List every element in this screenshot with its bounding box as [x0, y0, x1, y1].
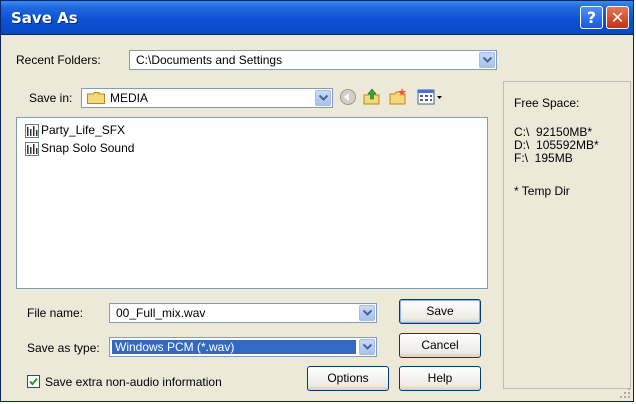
cancel-button[interactable]: Cancel — [399, 333, 481, 358]
title-bar[interactable]: Save As ? ✕ — [1, 1, 633, 35]
close-button[interactable]: ✕ — [606, 6, 629, 29]
free-space-panel: Free Space: C:\ 92150MB* D:\ 105592MB* F… — [503, 81, 631, 389]
chevron-down-icon — [483, 57, 492, 63]
save-as-dialog: Save As ? ✕ Recent Folders: C:\Documents… — [0, 0, 634, 402]
save-in-dropdown-button[interactable] — [315, 90, 331, 106]
drive-row-f: F:\ 195MB — [514, 151, 573, 165]
dialog-title: Save As — [11, 9, 78, 27]
folder-icon — [87, 92, 105, 104]
title-separator — [1, 34, 633, 35]
chevron-down-icon — [363, 344, 372, 350]
temp-dir-note: * Temp Dir — [514, 184, 570, 198]
audio-file-icon — [25, 142, 39, 156]
save-in-value: MEDIA — [110, 91, 149, 105]
new-folder-icon[interactable] — [389, 88, 407, 106]
options-button[interactable]: Options — [307, 366, 389, 391]
save-in-label: Save in: — [29, 91, 73, 105]
save-in-combo[interactable]: MEDIA — [81, 88, 333, 108]
save-as-type-select[interactable]: Windows PCM (*.wav) — [109, 337, 377, 357]
up-folder-icon[interactable] — [363, 88, 381, 106]
chevron-down-icon — [363, 310, 372, 316]
file-name-value: 00_Full_mix.wav — [116, 306, 206, 320]
drive-row-d: D:\ 105592MB* — [514, 138, 599, 152]
file-name-dropdown-button[interactable] — [359, 305, 375, 321]
drive-row-c: C:\ 92150MB* — [514, 125, 593, 139]
save-as-type-label: Save as type: — [27, 341, 100, 355]
save-extra-label: Save extra non-audio information — [45, 375, 222, 389]
back-arrow-icon[interactable] — [339, 88, 357, 106]
checkmark-icon — [29, 377, 38, 386]
file-name-label: File name: — [27, 306, 84, 320]
save-extra-checkbox[interactable] — [27, 375, 40, 388]
save-as-type-dropdown-button[interactable] — [359, 339, 375, 355]
view-menu-icon[interactable] — [417, 88, 443, 106]
audio-file-icon — [25, 124, 39, 138]
file-name-text: Party_Life_SFX — [41, 123, 126, 137]
save-as-type-value: Windows PCM (*.wav) — [115, 340, 235, 354]
save-button[interactable]: Save — [399, 299, 481, 324]
recent-folders-value: C:\Documents and Settings — [136, 53, 283, 67]
file-name-text: Snap Solo Sound — [41, 141, 135, 155]
recent-folders-label: Recent Folders: — [16, 53, 101, 67]
recent-folders-combo[interactable]: C:\Documents and Settings — [129, 50, 497, 70]
help-button[interactable]: Help — [399, 366, 481, 391]
chevron-down-icon — [319, 95, 328, 101]
file-name-input[interactable]: 00_Full_mix.wav — [109, 303, 377, 323]
free-space-title: Free Space: — [514, 96, 580, 110]
file-list[interactable]: Party_Life_SFX Snap Solo Sound — [16, 117, 488, 289]
help-title-button[interactable]: ? — [580, 6, 603, 29]
resize-grip-icon[interactable] — [619, 387, 631, 399]
recent-folders-dropdown-button[interactable] — [479, 52, 495, 68]
